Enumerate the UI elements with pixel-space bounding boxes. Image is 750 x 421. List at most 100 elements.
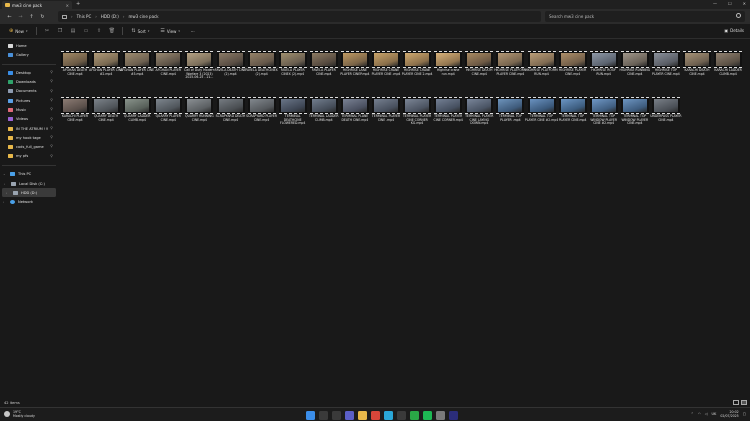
file-item[interactable]: AFGHAN PLAYER CINE #2.mp4 (89, 40, 123, 82)
sidebar-item-quick-1[interactable]: Downloads ⚲ (0, 77, 58, 86)
file-item[interactable]: TERMINAL TOP WINDOW PLAYER CINE.mp4 (620, 86, 650, 128)
sort-button[interactable]: ⇅ Sort ▾ (127, 28, 153, 34)
notification-icon[interactable]: ▢ (743, 412, 746, 416)
more-button[interactable]: ··· (187, 29, 199, 34)
file-item[interactable]: TERMINAL PLANE DEATH CINE.mp4 (340, 86, 370, 128)
file-item[interactable]: SCRAPYARD DEATH CINE.mp4 (216, 86, 246, 128)
share-icon[interactable]: ⇪ (94, 28, 104, 34)
view-button[interactable]: ☰ View ▾ (156, 28, 184, 34)
file-item[interactable]: QUARRY RUNNING CINE.mp4 (184, 86, 214, 128)
start-icon[interactable] (306, 411, 315, 420)
sidebar-item-quick-2[interactable]: Documents ⚲ (0, 87, 58, 96)
sidebar-item-quick-5[interactable]: Videos ⚲ (0, 115, 58, 124)
sidebar-item-drive-1[interactable]: › HDD (D:) (2, 188, 56, 198)
file-item[interactable]: KARACHI DEATH CINE.mp4 (682, 40, 712, 82)
maximize-button[interactable]: ☐ (728, 1, 732, 6)
new-tab-button[interactable]: + (76, 1, 80, 7)
close-button[interactable]: ✕ (743, 1, 746, 6)
weather-widget[interactable]: 19°C Mostly cloudy (4, 410, 35, 418)
sidebar-item-quick-9[interactable]: my pfs ⚲ (0, 152, 58, 161)
chrome-icon[interactable] (371, 411, 380, 420)
chevron-up-icon[interactable]: ⌃ (691, 412, 694, 416)
sidebar-item-quick-3[interactable]: Pictures ⚲ (0, 96, 58, 105)
minimize-button[interactable]: — (713, 1, 717, 6)
copy-icon[interactable]: ❐ (55, 28, 65, 34)
thumbnail-view-icon[interactable] (741, 400, 747, 405)
file-item[interactable]: TERMINAL TOP WINDOW PLAYER CINE #2.mp4 (589, 86, 619, 128)
file-item[interactable]: KARACHI LADDER CLIMB.mp4 (713, 40, 743, 82)
file-item[interactable]: HIGHRISE DEATH CINE.mp4 (464, 40, 494, 82)
file-item[interactable]: UNDERPASS PLAYER CINE.mp4 (650, 86, 682, 128)
tab-close-icon[interactable]: × (66, 3, 69, 8)
file-item[interactable]: TERMINAL DEATHCINE FLOWERED.mp4 (278, 86, 308, 128)
chat-icon[interactable] (345, 411, 354, 420)
clock[interactable]: 20:02 02/07/2025 (720, 410, 738, 418)
up-button[interactable]: ↑ (26, 14, 37, 20)
file-item[interactable]: Call of Duty Modern Warfare 3 (2023) 202… (184, 40, 215, 82)
file-item[interactable]: HIGHRISE CRANE PLAYER CINE .mp4 (371, 40, 401, 82)
refresh-button[interactable]: ↻ (37, 14, 48, 20)
delete-icon[interactable]: 🗑 (107, 28, 117, 34)
taskview-icon[interactable] (332, 411, 341, 420)
file-item[interactable]: HIGHRISE PLAYER CINE.mp4 (558, 40, 588, 82)
breadcrumb-this-pc[interactable]: This PC (77, 14, 92, 19)
new-button[interactable]: ⊕ New ▾ (5, 28, 31, 34)
sidebar-item-network[interactable]: › Network (0, 197, 58, 206)
cut-icon[interactable]: ✂ (42, 28, 52, 34)
pin-icon[interactable]: ⚲ (50, 79, 53, 83)
file-item[interactable]: TERMINAL LADDER CLIMB.mp4 (309, 86, 339, 128)
window-tab[interactable]: mw3 cine pack × (2, 1, 72, 9)
file-item[interactable]: AFGHAN PLAYER CINE #3.mp4 (120, 40, 154, 82)
file-item[interactable]: QUARRY LADDER CLIMB.mp4 (122, 86, 152, 128)
file-item[interactable]: TERMINAL TOP PLAYER CINE.mp4 (558, 86, 588, 128)
pin-icon[interactable]: ⚲ (50, 117, 53, 121)
file-item[interactable]: TERMINAL PLAYER CINE LAYING DOWN.mp4 (464, 86, 494, 128)
file-item[interactable]: HIGHRISE CRANE PLAYER CINE 2.mp4 (402, 40, 432, 82)
sidebar-item-gallery[interactable]: Gallery (0, 50, 58, 59)
pin-icon[interactable]: ⚲ (50, 70, 53, 74)
file-item[interactable]: TERMINAL PLAYER CINE .mp4 (371, 86, 401, 128)
file-item[interactable]: AFGHAN PLAYER CINE.mp4 (153, 40, 183, 82)
file-item[interactable]: FAVELA PLAYER CINEX (2).mp4 (278, 40, 308, 82)
pin-icon[interactable]: ⚲ (50, 144, 53, 148)
chevron-right-icon[interactable]: › (3, 200, 7, 204)
tray-language[interactable]: UK (711, 412, 716, 416)
file-item[interactable]: TERMINAL TOP PLAYER CINE #2.mp4 (525, 86, 558, 128)
pin-icon[interactable]: ⚲ (50, 154, 53, 158)
volume-icon[interactable]: ◁ (705, 412, 708, 416)
file-item[interactable]: TERMINAL TOP PLAYER .mp4 (495, 86, 525, 128)
forward-button[interactable]: → (15, 14, 26, 20)
address-bar[interactable]: › This PC › HDD (D:) › mw3 cine pack (58, 11, 541, 22)
paste-icon[interactable]: ▤ (68, 28, 78, 34)
sidebar-item-quick-6[interactable]: IN THE ATRIUM !!! ⚲ (0, 124, 58, 133)
settings-icon[interactable] (436, 411, 445, 420)
file-item[interactable]: HIGHRISE PLATFORM PLAYER CINE.mp4 (494, 40, 527, 82)
breadcrumb-current[interactable]: mw3 cine pack (128, 14, 158, 19)
sidebar-item-quick-8[interactable]: cods_full_game ⚲ (0, 142, 58, 151)
network-icon[interactable]: ◠ (698, 412, 701, 416)
search-icon[interactable] (319, 411, 328, 420)
sidebar-item-quick-7[interactable]: my hook tage ⚲ (0, 133, 58, 142)
xbox-icon[interactable] (410, 411, 419, 420)
rename-icon[interactable]: ▭ (81, 28, 91, 34)
file-item[interactable]: TERMINAL PLAYER CINE CORNER.mp4 (433, 86, 463, 128)
file-item[interactable]: SCRAPYARD PLAYER CINE.mp4 (246, 86, 277, 128)
pin-icon[interactable]: ⚲ (50, 89, 53, 93)
sidebar-item-drive-0[interactable]: › Local Disk (C:) (0, 179, 58, 188)
file-item[interactable]: HIGHRISE TOP PLAYER CINE.mp4 (651, 40, 681, 82)
chevron-right-icon[interactable]: › (4, 182, 8, 186)
breadcrumb-hdd[interactable]: HDD (D:) (101, 14, 119, 19)
file-item[interactable]: FAVELA PLAYER CINE.mp4 (309, 40, 339, 82)
sidebar-item-quick-0[interactable]: Desktop ⚲ (0, 68, 58, 77)
file-item[interactable]: HIGHRISE LANE PLAYER CINEP.mp4 (340, 40, 370, 82)
edge-icon[interactable] (384, 411, 393, 420)
pin-icon[interactable]: ⚲ (50, 126, 53, 130)
file-item[interactable]: KARACHI PLAYER CINE.mp4 (60, 86, 90, 128)
store-icon[interactable] (397, 411, 406, 420)
details-view-icon[interactable] (733, 400, 739, 405)
sidebar-item-this-pc[interactable]: ⌄ This PC (0, 170, 58, 179)
file-item[interactable]: FAVELA DEATH CINE (2).mp4 (215, 40, 246, 82)
pin-icon[interactable]: ⚲ (50, 107, 53, 111)
file-item[interactable]: Highrise crane run.mp4 (433, 40, 463, 82)
premiere-icon[interactable] (449, 411, 458, 420)
